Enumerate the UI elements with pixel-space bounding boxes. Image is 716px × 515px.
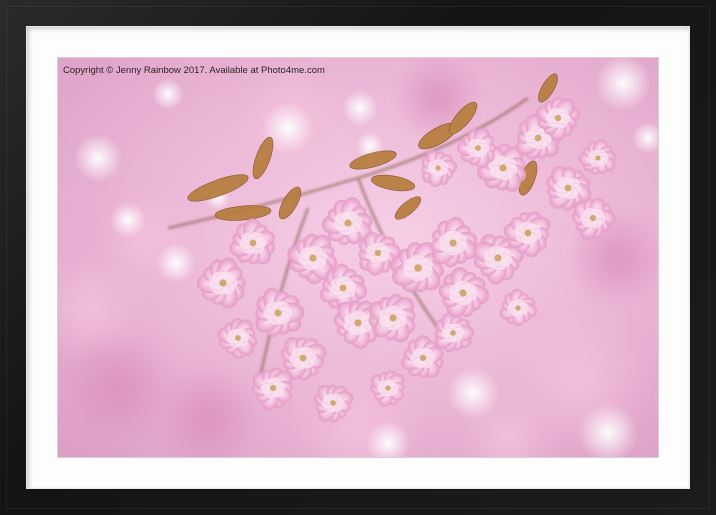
photo-print: Copyright © Jenny Rainbow 2017. Availabl… <box>58 58 658 457</box>
cherry-blossom-image: Copyright © Jenny Rainbow 2017. Availabl… <box>58 58 658 457</box>
copyright-watermark: Copyright © Jenny Rainbow 2017. Availabl… <box>63 65 325 76</box>
picture-frame: Copyright © Jenny Rainbow 2017. Availabl… <box>0 0 716 515</box>
